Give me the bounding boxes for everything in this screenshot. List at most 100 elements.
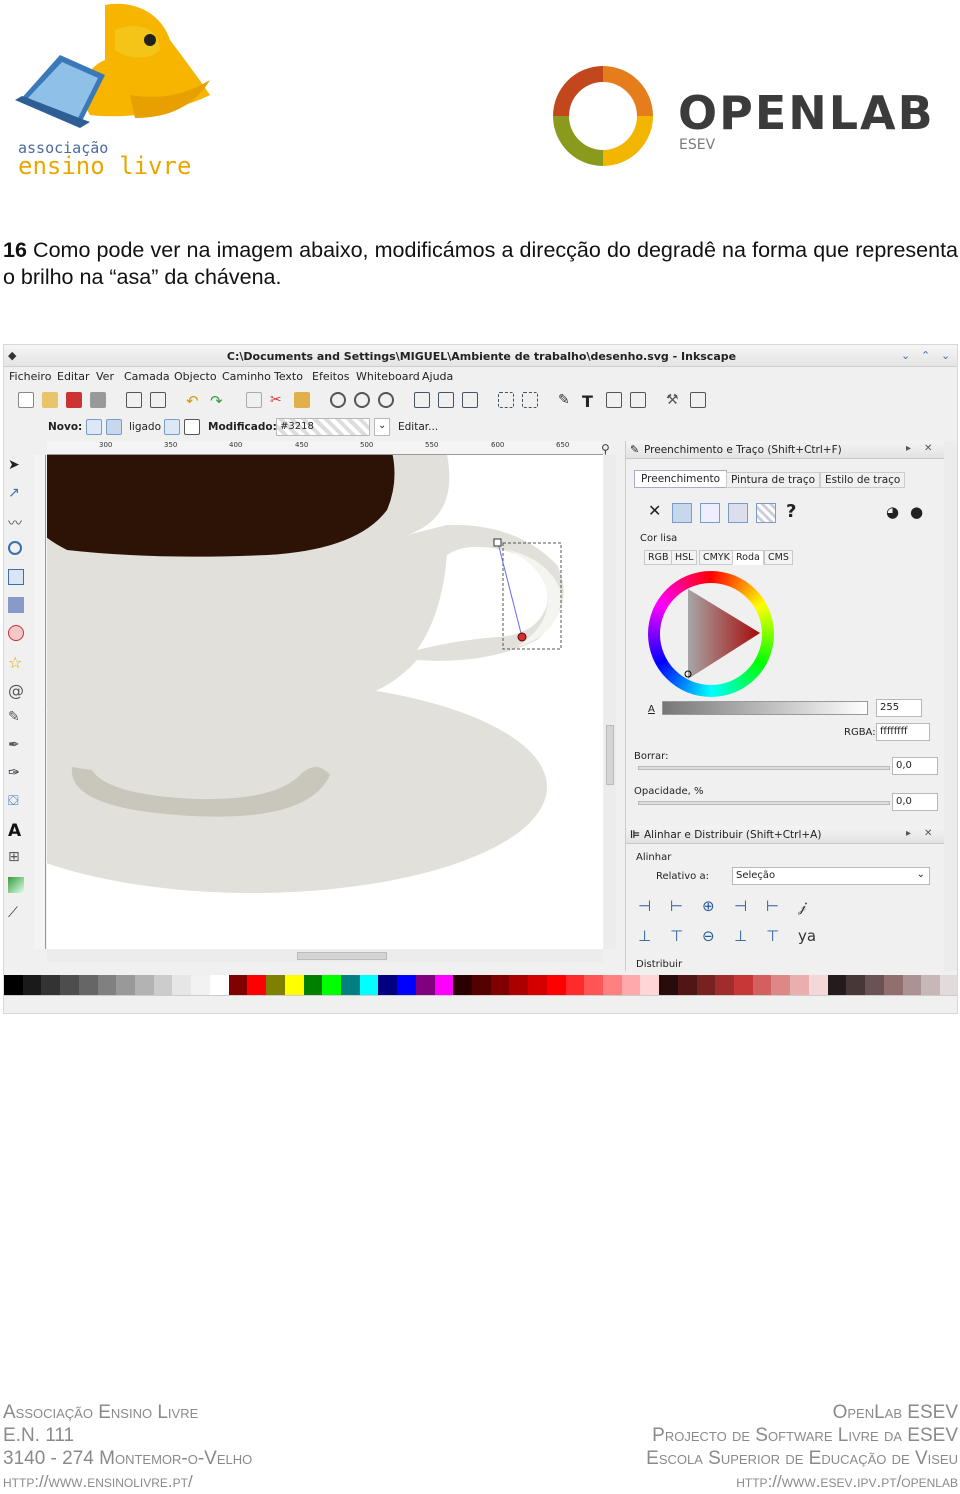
palette-swatch[interactable] — [846, 975, 866, 995]
3d-box-tool-icon[interactable] — [8, 597, 24, 613]
tab-wheel[interactable]: Roda — [732, 550, 764, 565]
palette-swatch[interactable] — [78, 975, 98, 995]
connector-tool-icon[interactable]: ⊞ — [8, 849, 28, 869]
menu-camada[interactable]: Camada — [124, 370, 170, 383]
palette-swatch[interactable] — [284, 975, 304, 995]
gradient-end-handle[interactable] — [517, 632, 527, 642]
canvas-horizontal-scrollbar[interactable] — [47, 950, 603, 962]
export-icon[interactable] — [150, 392, 166, 408]
align-right-edge-icon[interactable]: ⊣ — [638, 897, 651, 915]
minimize-icon[interactable]: ⌄ — [901, 349, 910, 362]
menu-ficheiro[interactable]: Ficheiro — [9, 370, 51, 383]
palette-swatch[interactable] — [734, 975, 753, 995]
align-baseline-text-icon[interactable]: 𝒿 — [798, 897, 806, 915]
palette-swatch[interactable] — [902, 975, 922, 995]
alpha-field[interactable]: 255 — [876, 699, 922, 717]
ellipse-tool-icon[interactable] — [8, 625, 24, 641]
palette-swatch[interactable] — [659, 975, 678, 995]
palette-swatch[interactable] — [153, 975, 173, 995]
gradient-start-handle[interactable] — [493, 538, 502, 547]
palette-swatch[interactable] — [60, 975, 79, 995]
palette-swatch[interactable] — [191, 975, 210, 995]
tab-cms[interactable]: CMS — [764, 550, 793, 565]
flat-color-icon[interactable] — [672, 503, 692, 523]
pattern-paint-icon[interactable] — [756, 503, 776, 523]
redo-icon[interactable]: ↷ — [210, 392, 226, 410]
spiral-tool-icon[interactable]: @ — [8, 681, 28, 701]
radial-gradient-paint-icon[interactable] — [728, 503, 748, 523]
pen-tool-icon[interactable]: ✒ — [8, 737, 28, 757]
tab-cmyk[interactable]: CMYK — [699, 550, 734, 565]
palette-swatch[interactable] — [621, 975, 641, 995]
save-icon[interactable] — [66, 392, 82, 408]
linear-gradient-paint-icon[interactable] — [700, 503, 720, 523]
blur-field[interactable]: 0,0 — [892, 757, 938, 775]
palette-swatch[interactable] — [4, 975, 23, 995]
palette-swatch[interactable] — [827, 975, 847, 995]
palette-swatch[interactable] — [22, 975, 42, 995]
palette-swatch[interactable] — [790, 975, 809, 995]
menu-ver[interactable]: Ver — [96, 370, 114, 383]
palette-swatch[interactable] — [434, 975, 454, 995]
palette-swatch[interactable] — [808, 975, 828, 995]
linear-gradient-icon[interactable] — [86, 419, 102, 435]
unlink-clone-icon[interactable] — [462, 392, 478, 408]
duplicate-icon[interactable] — [414, 392, 430, 408]
color-wheel[interactable] — [648, 571, 774, 697]
opacity-slider[interactable] — [638, 801, 890, 805]
align-close-icon[interactable]: ✕ — [924, 828, 932, 839]
document-properties-icon[interactable] — [690, 392, 706, 408]
rgba-field[interactable]: ffffffff — [876, 723, 930, 741]
fill-stroke-icon[interactable]: ✎ — [558, 392, 574, 408]
import-icon[interactable] — [126, 392, 142, 408]
tab-stroke-paint[interactable]: Pintura de traço — [726, 472, 821, 488]
palette-swatch[interactable] — [247, 975, 267, 995]
palette-swatch[interactable] — [696, 975, 716, 995]
text-tool-icon[interactable]: T — [582, 392, 598, 411]
calligraphy-tool-icon[interactable]: ✑ — [8, 765, 28, 785]
palette-swatch[interactable] — [490, 975, 510, 995]
align-text-anchor-icon[interactable]: ya — [798, 927, 816, 945]
palette-swatch[interactable] — [528, 975, 547, 995]
palette-swatch[interactable] — [135, 975, 154, 995]
print-icon[interactable] — [90, 392, 106, 408]
palette-swatch[interactable] — [97, 975, 117, 995]
menu-whiteboard[interactable]: Whiteboard — [356, 370, 420, 383]
palette-swatch[interactable] — [359, 975, 379, 995]
align-bottom-icon[interactable]: ⊥ — [734, 927, 747, 945]
pencil-tool-icon[interactable]: ✎ — [8, 709, 28, 729]
palette-swatch[interactable] — [415, 975, 435, 995]
align-bottom-edge-icon[interactable]: ⊥ — [638, 927, 651, 945]
paint-bucket-tool-icon[interactable]: ⛋ — [8, 793, 28, 813]
tab-fill[interactable]: Preenchimento — [634, 470, 728, 488]
gradient-tool-icon[interactable] — [8, 877, 24, 893]
zoom-corner-icon[interactable]: ⚲ — [601, 442, 610, 456]
palette-swatch[interactable] — [939, 975, 957, 995]
palette-swatch[interactable] — [471, 975, 491, 995]
palette-swatch[interactable] — [172, 975, 192, 995]
alpha-slider[interactable] — [662, 701, 868, 715]
palette-swatch[interactable] — [453, 975, 472, 995]
align-right-icon[interactable]: ⊣ — [734, 897, 747, 915]
align-left-icon[interactable]: ⊢ — [670, 897, 683, 915]
opacity-field[interactable]: 0,0 — [892, 793, 938, 811]
menu-ajuda[interactable]: Ajuda — [422, 370, 453, 383]
palette-swatch[interactable] — [41, 975, 61, 995]
panel-close-icon[interactable]: ✕ — [924, 443, 932, 454]
center-vertical-axis-icon[interactable]: ⊕ — [702, 897, 715, 915]
palette-swatch[interactable] — [921, 975, 940, 995]
evenodd-icon[interactable]: ◕ — [886, 503, 899, 521]
center-horizontal-axis-icon[interactable]: ⊖ — [702, 927, 715, 945]
no-paint-icon[interactable]: ✕ — [648, 501, 661, 520]
text-tool-icon[interactable]: A — [8, 821, 28, 841]
cut-icon[interactable]: ✂ — [270, 392, 286, 408]
align-top-edge-icon[interactable]: ⊤ — [766, 927, 779, 945]
stroke-target-icon[interactable] — [184, 419, 200, 435]
unset-paint-icon[interactable]: ? — [786, 501, 796, 522]
node-tool-icon[interactable]: ↗ — [8, 485, 28, 505]
panel-expand-icon[interactable]: ▸ — [906, 443, 911, 454]
palette-swatch[interactable] — [340, 975, 360, 995]
footer-link-right[interactable]: http://www.esev.ipv.pt/openlab — [488, 1470, 958, 1493]
palette-swatch[interactable] — [322, 975, 341, 995]
copy-icon[interactable] — [246, 392, 262, 408]
